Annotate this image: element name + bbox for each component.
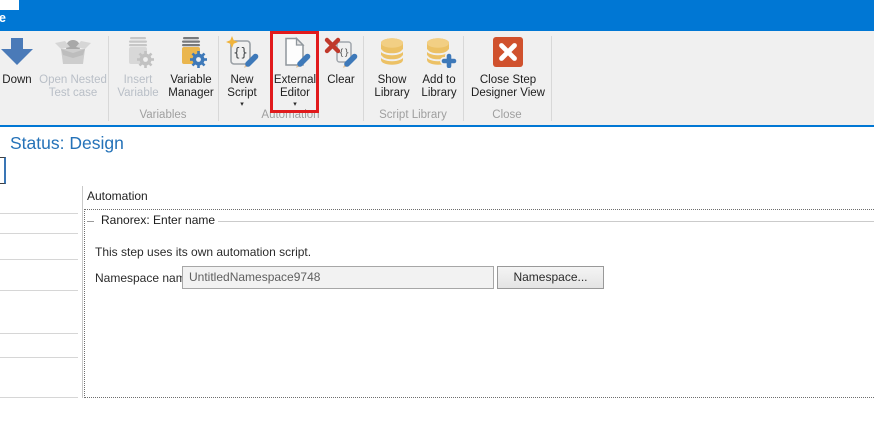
overlap-corner	[0, 0, 19, 10]
left-panel-row-divider	[0, 357, 78, 358]
svg-text:{}: {}	[233, 46, 247, 60]
status-text: Status: Design	[10, 133, 124, 154]
ribbon-group-label-automation: Automation	[218, 109, 363, 121]
step-designer-window: e Down Open Nested Test case	[0, 0, 874, 447]
name-textbox-partial[interactable]	[0, 157, 6, 184]
ribbon-group-label-script-library: Script Library	[363, 109, 463, 121]
insert-variable-button: Insert Variable	[112, 36, 164, 100]
button-label: Open Nested Test case	[39, 74, 107, 100]
left-panel-row-divider	[0, 290, 78, 291]
left-panel-row-divider	[0, 259, 78, 260]
ranorex-groupbox	[84, 209, 874, 398]
groupbox-title: Ranorex: Enter name	[98, 213, 218, 227]
titlebar-text-fragment: e	[0, 11, 6, 25]
document-pencil-icon	[276, 36, 314, 68]
left-panel-row-divider	[0, 333, 78, 334]
ribbon: Down Open Nested Test case	[0, 31, 874, 125]
ribbon-group-label-variables: Variables	[108, 109, 218, 121]
ribbon-group-label-close: Close	[463, 109, 551, 121]
svg-text:{}: {}	[339, 49, 350, 59]
dropdown-arrow-icon: ▾	[240, 102, 244, 108]
close-red-x-icon	[489, 36, 527, 68]
database-icon	[373, 36, 411, 68]
new-script-button[interactable]: {} New Script ▾	[221, 36, 263, 108]
namespace-name-label: Namespace name	[95, 271, 192, 285]
button-label: Close Step Designer View	[471, 74, 545, 100]
button-label: Show Library	[374, 74, 409, 100]
button-label: External Editor	[274, 74, 316, 100]
button-label: Variable Manager	[168, 74, 213, 100]
open-nested-testcase-button: Open Nested Test case	[40, 36, 106, 100]
clear-script-icon: {}	[322, 36, 360, 68]
button-label: Insert Variable	[117, 74, 158, 100]
left-panel-row-divider	[0, 397, 78, 398]
variable-manager-button[interactable]: Variable Manager	[163, 36, 219, 100]
automation-description: This step uses its own automation script…	[95, 245, 311, 259]
open-box-icon	[54, 36, 92, 68]
groupbox-header-dash	[87, 221, 94, 222]
left-panel-row-divider	[0, 213, 78, 214]
button-label: Down	[2, 74, 31, 87]
namespace-button[interactable]: Namespace...	[497, 266, 604, 289]
groupbox-header-rule	[213, 221, 874, 222]
panel-splitter[interactable]	[82, 186, 83, 398]
button-label: Clear	[327, 74, 354, 87]
script-new-icon: {}	[223, 36, 261, 68]
clear-button[interactable]: {} Clear	[321, 36, 361, 87]
button-label: New Script	[227, 74, 256, 100]
dropdown-arrow-icon: ▾	[293, 102, 297, 108]
namespace-name-input[interactable]: UntitledNamespace9748	[182, 266, 494, 289]
arrow-down-icon	[0, 36, 36, 68]
database-add-icon	[420, 36, 458, 68]
ribbon-bottom-border	[0, 125, 874, 127]
button-label: Add to Library	[421, 74, 456, 100]
title-bar: e	[0, 0, 874, 31]
package-gear-gray-icon	[119, 36, 157, 68]
external-editor-button[interactable]: External Editor ▾	[273, 36, 317, 108]
close-step-designer-view-button[interactable]: Close Step Designer View	[462, 36, 554, 100]
package-gear-icon	[172, 36, 210, 68]
group-separator	[551, 36, 552, 121]
left-panel-row-divider	[0, 233, 78, 234]
add-to-library-button[interactable]: Add to Library	[415, 36, 463, 100]
show-library-button[interactable]: Show Library	[369, 36, 415, 100]
automation-panel-title: Automation	[87, 189, 148, 203]
